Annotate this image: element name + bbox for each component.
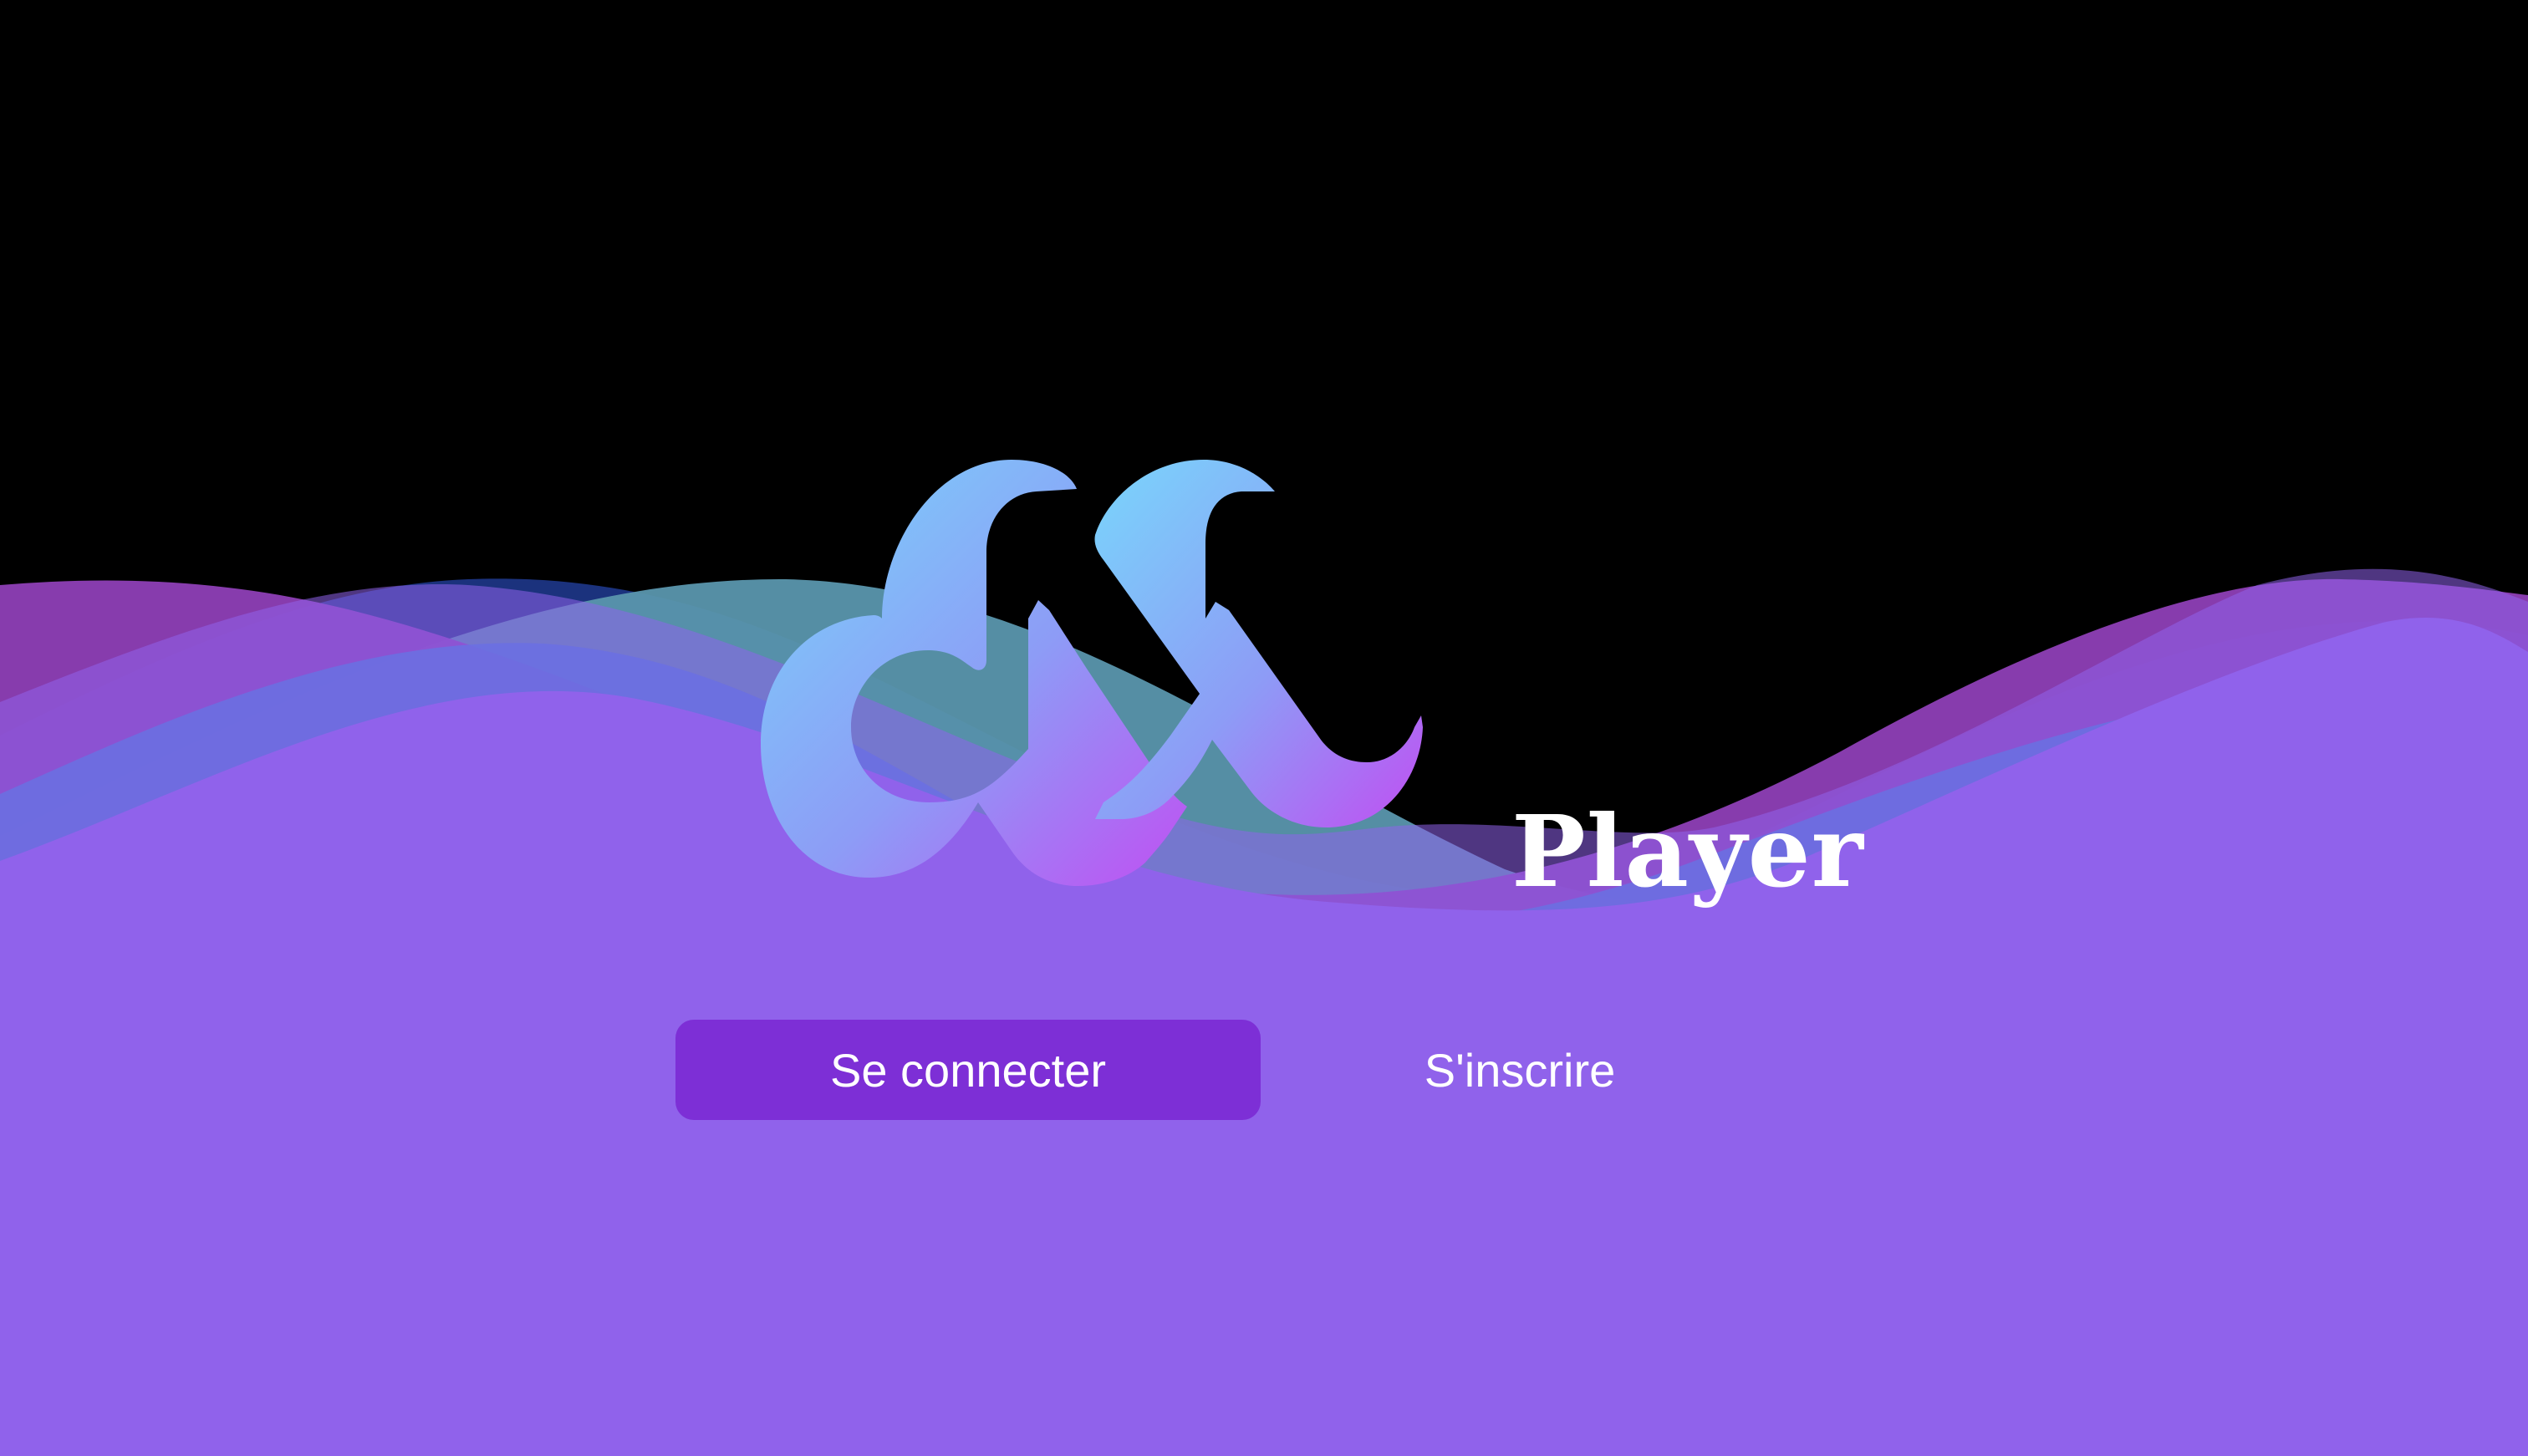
- auth-actions: Se connecter S'inscrire: [675, 1020, 1679, 1120]
- signup-button[interactable]: S'inscrire: [1361, 1020, 1679, 1120]
- welcome-screen: Player Se connecter S'inscrire: [0, 0, 2528, 1456]
- wave-mn-logo: [761, 460, 1423, 886]
- logo-right-glyph: [1094, 460, 1423, 828]
- brand-name: Player: [1511, 793, 1864, 909]
- login-button[interactable]: Se connecter: [675, 1020, 1261, 1120]
